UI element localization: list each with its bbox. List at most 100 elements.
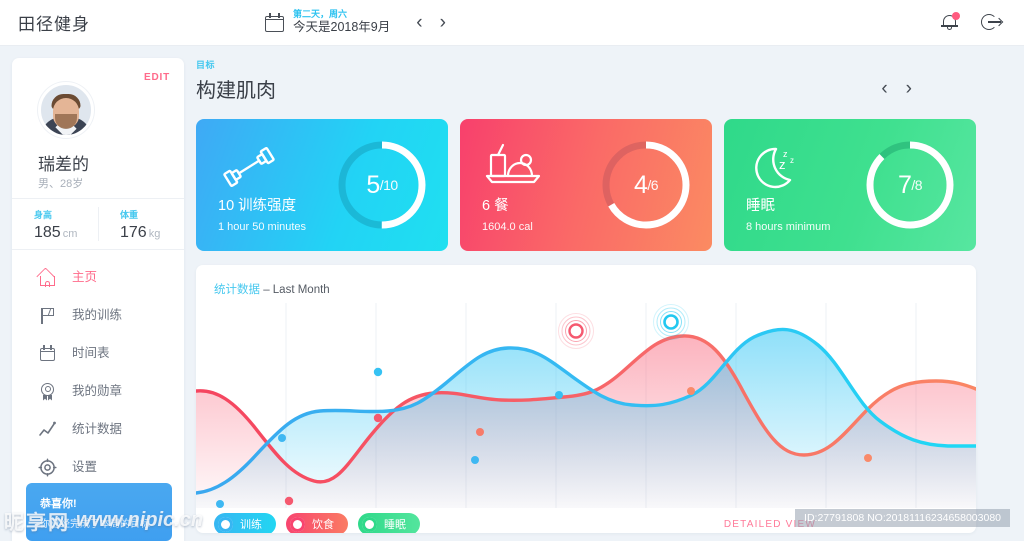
goal-prev-button[interactable]: ‹ — [881, 79, 887, 98]
stat-cards: 10 训练强度 1 hour 50 minutes 5/10 6 餐 1604.… — [196, 119, 1012, 251]
stat-card-sleep[interactable]: z z z 睡眠 8 hours minimum 7/8 — [724, 119, 976, 251]
sidebar-item-settings[interactable]: 设置 — [12, 448, 184, 486]
header-actions — [940, 12, 1004, 32]
date-prev-button[interactable]: ‹ — [416, 13, 422, 32]
notification-bell-icon[interactable] — [940, 12, 960, 32]
moon-sleep-icon: z z z — [746, 141, 808, 193]
calendar-icon — [38, 344, 57, 363]
stat-card-meals[interactable]: 6 餐 1604.0 cal 4/6 — [460, 119, 712, 251]
legend-item-training-label: 训练 — [240, 519, 262, 531]
stat-card-meals-title: 6 餐 — [482, 198, 509, 214]
goal-next-button[interactable]: › — [906, 79, 912, 98]
flag-icon — [38, 306, 57, 325]
legend-knob-icon — [218, 516, 233, 532]
legend-item-sleep-label: 睡眠 — [384, 519, 406, 531]
sidebar-nav: 主页 我的训练 时间表 我的勋章 统计数据 设置 — [12, 258, 184, 486]
page-title: 构建肌肉 — [196, 80, 276, 102]
meal-icon — [482, 141, 544, 193]
sidebar-item-statistics[interactable]: 统计数据 — [12, 410, 184, 448]
detailed-view-button[interactable]: DETAILED VIEW — [724, 519, 816, 530]
stat-card-meals-total: /6 — [647, 177, 659, 193]
edit-profile-button[interactable]: EDIT — [144, 72, 170, 83]
app-brand: 田径健身 — [18, 15, 90, 34]
sidebar: EDIT 瑞差的 男、28岁 身高 185 cm 体重 176 kg 主页 我的… — [12, 58, 184, 541]
user-name: 瑞差的 — [38, 155, 89, 174]
date-subtitle: 第二天，周六 — [293, 9, 348, 20]
sidebar-item-home-label: 主页 — [72, 269, 98, 284]
stat-card-sleep-title: 睡眠 — [746, 198, 775, 214]
sidebar-item-settings-label: 设置 — [72, 459, 98, 474]
avatar — [38, 82, 94, 138]
goal-kicker: 目标 — [196, 60, 216, 70]
medal-icon — [38, 382, 57, 401]
svg-text:z: z — [779, 157, 786, 172]
goal-nav-arrows: ‹ › — [881, 79, 912, 98]
promo-title: 恭喜你! — [40, 498, 77, 510]
stat-card-sleep-ring: 7/8 — [860, 135, 960, 235]
legend-item-diet[interactable]: 饮食 — [286, 513, 348, 533]
user-metrics: 身高 185 cm 体重 176 kg — [12, 198, 184, 250]
stat-card-meals-ring: 4/6 — [596, 135, 696, 235]
legend-knob-icon — [362, 516, 377, 532]
chart-svg — [196, 303, 976, 508]
app-root: 田径健身 第二天，周六 今天是2018年9月 ‹ › EDIT 瑞差的 男、28… — [0, 0, 1024, 541]
legend-knob-icon — [290, 516, 305, 532]
stat-card-sleep-subtitle: 8 hours minimum — [746, 221, 831, 233]
legend-item-training[interactable]: 训练 — [214, 513, 276, 533]
stat-card-sleep-value: 7 — [897, 170, 912, 199]
promo-card[interactable]: 恭喜你! 你已经完成了本周的目标 — [26, 483, 172, 541]
stat-card-training[interactable]: 10 训练强度 1 hour 50 minutes 5/10 — [196, 119, 448, 251]
metric-weight-value: 176 — [120, 224, 147, 241]
chart-legend: 训练 饮食 睡眠 — [214, 513, 420, 533]
stat-card-meals-value: 4 — [633, 170, 648, 199]
sidebar-item-schedule-label: 时间表 — [72, 345, 110, 360]
sidebar-item-home[interactable]: 主页 — [12, 258, 184, 296]
stat-card-training-total: /10 — [379, 177, 398, 193]
notification-badge-dot — [952, 12, 960, 20]
stat-card-training-value: 5 — [366, 170, 380, 199]
stat-card-training-subtitle: 1 hour 50 minutes — [218, 221, 307, 233]
sidebar-item-schedule[interactable]: 时间表 — [12, 334, 184, 372]
date-next-button[interactable]: › — [440, 13, 446, 32]
stat-card-training-ring: 5/10 — [332, 135, 432, 235]
svg-text:z: z — [790, 156, 794, 165]
date-nav-arrows: ‹ › — [416, 13, 446, 32]
user-meta: 男、28岁 — [38, 178, 84, 190]
sidebar-item-badges-label: 我的勋章 — [72, 383, 123, 398]
chart-highlight-diet — [558, 313, 594, 349]
sidebar-item-statistics-label: 统计数据 — [72, 421, 123, 436]
metric-weight-label: 体重 — [120, 210, 139, 220]
statistics-panel: 统计数据 – Last Month 训练 饮食 睡眠 DETAILED VIEW — [196, 265, 976, 533]
sidebar-item-workouts-label: 我的训练 — [72, 307, 123, 322]
home-icon — [36, 266, 57, 287]
date-selector[interactable]: 第二天，周六 今天是2018年9月 — [265, 9, 390, 36]
top-header: 田径健身 第二天，周六 今天是2018年9月 ‹ › — [0, 0, 1024, 46]
stat-card-meals-subtitle: 1604.0 cal — [482, 221, 533, 233]
calendar-icon — [265, 13, 284, 32]
panel-title: 统计数据 – Last Month — [214, 281, 330, 297]
line-chart-icon — [38, 420, 57, 439]
sidebar-item-badges[interactable]: 我的勋章 — [12, 372, 184, 410]
sidebar-item-workouts[interactable]: 我的训练 — [12, 296, 184, 334]
legend-item-diet-label: 饮食 — [312, 519, 334, 531]
metric-weight: 体重 176 kg — [98, 199, 184, 249]
metric-height-label: 身高 — [34, 210, 53, 220]
stat-card-sleep-total: /8 — [911, 177, 923, 193]
metric-height-value: 185 — [34, 224, 61, 241]
panel-title-rest: – Last Month — [260, 284, 330, 296]
stat-card-training-title: 10 训练强度 — [218, 198, 297, 214]
logout-icon[interactable] — [981, 13, 1004, 32]
promo-subtitle: 你已经完成了本周的目标 — [40, 519, 150, 530]
gear-icon — [38, 457, 57, 477]
legend-item-sleep[interactable]: 睡眠 — [358, 513, 420, 533]
main-content: 目标 构建肌肉 ‹ › 10 训练强度 1 hour 50 minutes 5 … — [196, 58, 1012, 533]
metric-height: 身高 185 cm — [12, 199, 98, 249]
metric-weight-unit: kg — [148, 228, 161, 240]
chart-highlight-training — [653, 304, 689, 340]
panel-title-highlight: 统计数据 — [214, 284, 260, 296]
metric-height-unit: cm — [62, 228, 78, 240]
goal-header: 构建肌肉 ‹ › — [196, 74, 1012, 103]
area-chart — [196, 303, 976, 508]
dumbbell-icon — [218, 141, 280, 193]
date-title: 今天是2018年9月 — [293, 20, 391, 35]
